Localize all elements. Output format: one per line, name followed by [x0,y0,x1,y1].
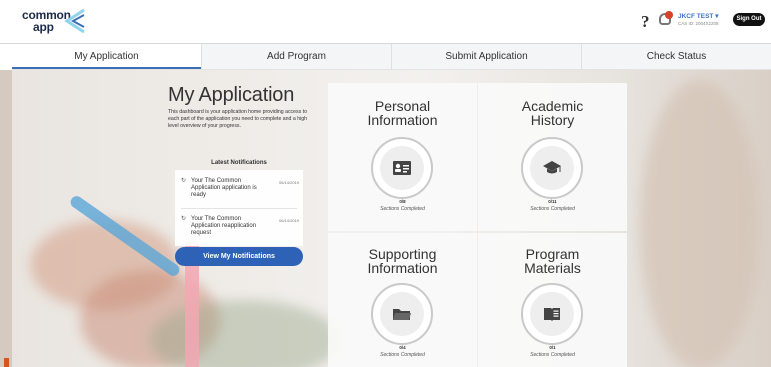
tab-add-program[interactable]: Add Program [201,44,391,69]
top-header: common app ? JKCF TEST ▾ CAS ID: 2004X22… [0,0,771,44]
book-icon [544,308,560,321]
notification-date: 06/14/2019 [279,218,300,223]
main-tabs: My Application Add Program Submit Applic… [12,44,771,70]
logo-mark-icon [64,8,85,34]
divider [181,208,297,209]
card-title: Supporting Information [367,246,438,276]
card-title: Academic History [521,98,584,128]
edge-marker [4,358,9,367]
help-icon[interactable]: ? [641,12,650,32]
sections-count: 0/4 [399,345,406,350]
notification-text: Your The Common Application application … [191,178,257,198]
sections-completed-label: Sections Completed [530,352,575,358]
card-title: Personal Information [367,98,438,128]
progress-ring [371,137,433,199]
latest-notifications-title: Latest Notifications [211,160,267,166]
sign-out-button[interactable]: Sign Out [733,13,765,26]
sections-completed-label: Sections Completed [530,206,575,212]
tab-submit-application[interactable]: Submit Application [391,44,581,69]
notification-date: 06/14/2019 [279,180,300,185]
sections-count: 0/1 [549,345,556,350]
notification-icon: ↻ [181,216,187,222]
id-card-icon [393,161,411,175]
sections-count: 0/11 [548,199,557,204]
card-program-materials[interactable]: Program Materials 0/1 Sections Completed [478,233,627,367]
progress-ring [371,283,433,345]
notification-icon: ↻ [181,178,187,184]
tab-check-status[interactable]: Check Status [581,44,771,69]
card-personal-information[interactable]: Personal Information 0/8 Sections Complet… [328,83,477,231]
card-academic-history[interactable]: Academic History 0/11 Sections Completed [478,83,627,231]
user-name: JKCF TEST [678,13,714,20]
notification-text: Your The Common Application reapplicatio… [191,216,257,236]
card-supporting-information[interactable]: Supporting Information 0/4 Sections Compl… [328,233,477,367]
notifications-bell-icon[interactable] [656,11,674,31]
notifications-list: ↻ Your The Common Application applicatio… [175,170,303,246]
user-menu[interactable]: JKCF TEST ▾ CAS ID: 2004X2208 [678,12,719,26]
card-title: Program Materials [524,246,581,276]
sections-count: 0/8 [399,199,406,204]
sections-completed-label: Sections Completed [380,206,425,212]
intro-section: My Application This dashboard is your ap… [168,84,318,130]
progress-ring [521,283,583,345]
page-title: My Application [168,84,295,106]
notification-dot [665,11,673,19]
graduation-cap-icon [543,161,561,174]
chevron-down-icon: ▾ [715,13,719,20]
sections-completed-label: Sections Completed [380,352,425,358]
progress-ring [521,137,583,199]
page-description: This dashboard is your application home … [168,109,308,129]
folder-icon [393,309,411,320]
user-cas-id: CAS ID: 2004X2208 [678,21,719,26]
tab-my-application[interactable]: My Application [12,44,201,69]
logo-text-line2: app [33,20,54,34]
common-app-logo[interactable]: common app [22,7,92,37]
view-notifications-button[interactable]: View My Notifications [175,247,303,266]
